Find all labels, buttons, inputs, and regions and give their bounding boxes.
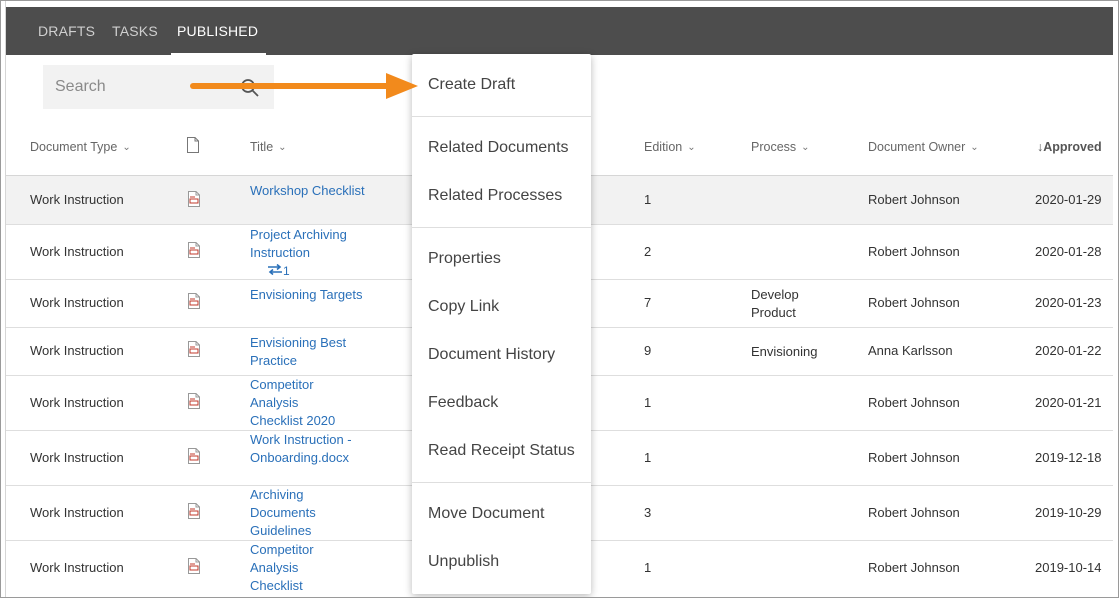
cell-document-type: Work Instruction	[30, 505, 124, 520]
cell-approved: 2020-01-22	[1035, 343, 1102, 358]
pdf-file-icon	[188, 242, 200, 258]
menu-item-feedback[interactable]: Feedback	[428, 394, 498, 412]
chevron-down-icon: ⌄	[278, 142, 287, 153]
document-title-text: Project Archiving Instruction	[250, 227, 347, 260]
column-header-label: Title	[250, 140, 274, 154]
document-context-menu: Create Draft Related Documents Related P…	[412, 54, 591, 594]
menu-item-move-document[interactable]: Move Document	[428, 505, 545, 523]
cell-edition: 9	[644, 343, 652, 358]
cell-edition: 1	[644, 192, 652, 207]
column-header-label: Process	[751, 140, 797, 154]
column-header-document-type[interactable]: Document Type ⌄	[30, 140, 131, 154]
cell-edition: 1	[644, 450, 652, 465]
pdf-file-icon	[188, 341, 200, 357]
cell-edition: 2	[644, 244, 652, 259]
menu-divider	[412, 227, 591, 228]
cell-approved: 2019-12-18	[1035, 450, 1102, 465]
cell-process[interactable]: Envisioning	[751, 343, 841, 361]
column-header-process[interactable]: Process ⌄	[751, 140, 810, 154]
pdf-file-icon	[188, 448, 200, 464]
pdf-file-icon	[188, 503, 200, 519]
menu-item-unpublish[interactable]: Unpublish	[428, 553, 499, 571]
document-title-link[interactable]: Workshop Checklist	[250, 182, 365, 200]
cell-edition: 7	[644, 295, 652, 310]
cell-document-type: Work Instruction	[30, 295, 124, 310]
pdf-file-icon	[188, 191, 200, 207]
tab-bar: DRAFTS TASKS PUBLISHED	[6, 7, 1113, 55]
document-title-link[interactable]: Work Instruction - Onboarding.docx	[250, 431, 365, 467]
relations-count: 1	[283, 264, 290, 278]
tab-published[interactable]: PUBLISHED	[170, 7, 267, 55]
menu-divider	[412, 116, 591, 117]
document-title-link[interactable]: Competitor Analysis Checklist	[250, 541, 330, 595]
cell-approved: 2019-10-14	[1035, 560, 1102, 575]
cell-document-owner: Robert Johnson	[868, 395, 960, 410]
document-title-link[interactable]: Envisioning Targets	[250, 286, 365, 304]
cell-document-owner: Robert Johnson	[868, 450, 960, 465]
column-header-approved[interactable]: ↓Approved	[1037, 140, 1102, 154]
document-icon	[187, 137, 199, 153]
relation-arrows-icon	[268, 264, 282, 275]
menu-item-read-receipt-status[interactable]: Read Receipt Status	[428, 442, 575, 460]
menu-item-related-processes[interactable]: Related Processes	[428, 187, 562, 205]
column-header-label: Edition	[644, 140, 683, 154]
cell-document-owner: Anna Karlsson	[868, 343, 953, 358]
column-header-edition[interactable]: Edition ⌄	[644, 140, 696, 154]
tab-tasks[interactable]: TASKS	[112, 7, 158, 55]
column-header-label: Document Owner	[868, 140, 966, 154]
menu-item-properties[interactable]: Properties	[428, 250, 501, 268]
cell-approved: 2020-01-21	[1035, 395, 1102, 410]
cell-document-type: Work Instruction	[30, 343, 124, 358]
chevron-down-icon: ⌄	[801, 142, 810, 153]
cell-approved: 2020-01-28	[1035, 244, 1102, 259]
callout-arrow-icon	[190, 73, 418, 99]
column-header-label: Document Type	[30, 140, 118, 154]
cell-document-type: Work Instruction	[30, 560, 124, 575]
chevron-down-icon: ⌄	[122, 142, 131, 153]
pdf-file-icon	[188, 293, 200, 309]
pdf-file-icon	[188, 558, 200, 574]
pdf-file-icon	[188, 393, 200, 409]
relations-badge[interactable]: 1	[267, 262, 365, 280]
cell-process[interactable]: Develop Product	[751, 286, 841, 322]
tab-drafts[interactable]: DRAFTS	[38, 7, 95, 55]
menu-item-related-documents[interactable]: Related Documents	[428, 139, 569, 157]
cell-approved: 2020-01-29	[1035, 192, 1102, 207]
menu-item-copy-link[interactable]: Copy Link	[428, 298, 499, 316]
cell-document-owner: Robert Johnson	[868, 295, 960, 310]
document-title-link[interactable]: Envisioning Best Practice	[250, 334, 365, 370]
chevron-down-icon: ⌄	[687, 142, 696, 153]
menu-item-create-draft[interactable]: Create Draft	[428, 76, 515, 94]
chevron-down-icon: ⌄	[970, 142, 979, 153]
document-title-link[interactable]: Competitor Analysis Checklist 2020	[250, 376, 350, 430]
cell-document-type: Work Instruction	[30, 192, 124, 207]
app-frame: DRAFTS TASKS PUBLISHED Document Type ⌄ Ti…	[0, 0, 1119, 598]
cell-document-owner: Robert Johnson	[868, 505, 960, 520]
cell-approved: 2019-10-29	[1035, 505, 1102, 520]
cell-document-owner: Robert Johnson	[868, 560, 960, 575]
cell-document-type: Work Instruction	[30, 395, 124, 410]
cell-document-type: Work Instruction	[30, 450, 124, 465]
cell-document-type: Work Instruction	[30, 244, 124, 259]
cell-edition: 1	[644, 395, 652, 410]
column-header-label: Approved	[1043, 140, 1102, 154]
column-header-document-owner[interactable]: Document Owner ⌄	[868, 140, 979, 154]
document-title-link[interactable]: Archiving Documents Guidelines	[250, 486, 330, 540]
menu-divider	[412, 482, 591, 483]
column-header-title[interactable]: Title ⌄	[250, 140, 287, 154]
cell-edition: 3	[644, 505, 652, 520]
document-title-link[interactable]: Project Archiving Instruction 1	[250, 226, 365, 280]
cell-document-owner: Robert Johnson	[868, 244, 960, 259]
menu-item-document-history[interactable]: Document History	[428, 346, 555, 364]
cell-approved: 2020-01-23	[1035, 295, 1102, 310]
cell-edition: 1	[644, 560, 652, 575]
cell-document-owner: Robert Johnson	[868, 192, 960, 207]
